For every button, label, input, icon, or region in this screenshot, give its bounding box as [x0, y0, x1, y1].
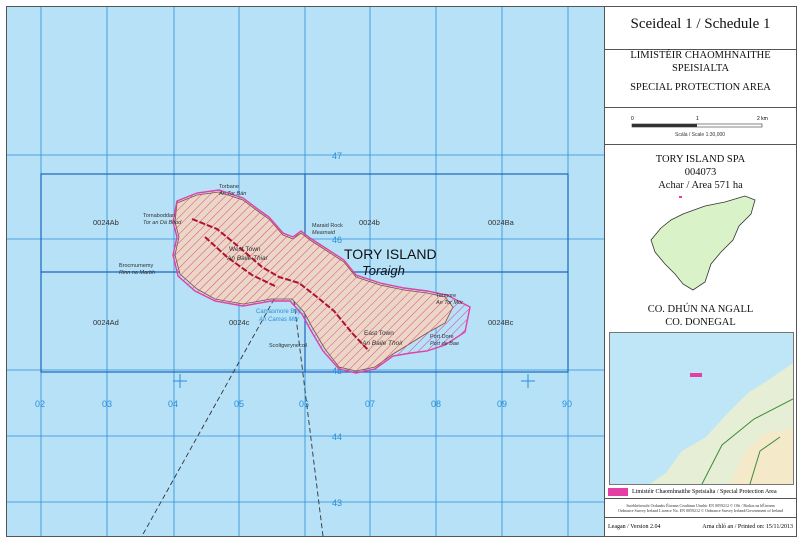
- grid-x-label: 03: [102, 399, 112, 409]
- grid-x-label: 07: [365, 399, 375, 409]
- place-label: Port Dore: [430, 334, 454, 340]
- place-label: Tor an Dá Bhod: [143, 220, 182, 226]
- version-row: Leagan / Version 2.04 Arna chló an / Pri…: [605, 519, 796, 535]
- site-name: TORY ISLAND SPA: [655, 154, 746, 165]
- copyright-2: Ordnance Survey Ireland Licence No. EN 0…: [617, 508, 784, 513]
- sheet-label: 0024b: [359, 218, 380, 227]
- scale-box: 0 1 2 km Scála / Scale 1:30,000: [605, 108, 796, 145]
- version-label: Leagan / Version 2.04: [608, 524, 661, 530]
- place-label: An Tor Mór: [435, 300, 464, 306]
- grid-x-label: 02: [35, 399, 45, 409]
- inset-canvas: [610, 333, 793, 484]
- copyright-box: Suirbhéireacht Ordanáis Éireann Ceadúnas…: [605, 499, 796, 518]
- grid-y-label: 47: [332, 151, 342, 161]
- county-irish: CO. DHÚN NA NGALL: [647, 304, 754, 315]
- place-label: An Tor Bán: [218, 191, 246, 197]
- county-english: CO. DONEGAL: [665, 317, 736, 328]
- designation-irish: LIMISTÉIR CHAOMHNAITHE: [630, 50, 771, 61]
- town-label: An Baile Thiar: [226, 255, 269, 262]
- sheet-label: 0024Ab: [93, 218, 119, 227]
- designation-irish-2: SPEISIALTA: [671, 63, 730, 74]
- island-name-english: TORY ISLAND: [344, 246, 437, 262]
- bay-label: Camasmore Bay: [256, 309, 301, 315]
- inset-map: [609, 332, 794, 485]
- county-outline: [650, 195, 756, 291]
- grid-y-label: 46: [332, 235, 342, 245]
- sheet-label: 0024Bc: [488, 318, 514, 327]
- place-label: Tornaboddan: [143, 213, 175, 219]
- grid-y-label: 43: [332, 498, 342, 508]
- grid-x-label: 08: [431, 399, 441, 409]
- place-label: Scoltgwrynecoil: [269, 343, 307, 349]
- town-label: An Baile Thoir: [361, 340, 404, 347]
- place-label: Brocmurnemy: [119, 263, 153, 269]
- site-box: TORY ISLAND SPA 004073 Achar / Area 571 …: [605, 145, 796, 331]
- grid-x-label: 05: [234, 399, 244, 409]
- legend-label: Limistéir Chaomhnaithe Speisialta / Spec…: [632, 488, 777, 495]
- designation-box: LIMISTÉIR CHAOMHNAITHE SPEISIALTA SPECIA…: [605, 41, 796, 108]
- grid-x-label: 04: [168, 399, 178, 409]
- place-label: Maraid Rock: [312, 223, 343, 229]
- spa-swatch: [608, 487, 628, 496]
- bay-label: An Camas Mór: [258, 317, 300, 323]
- sheet-label: 0024Ad: [93, 318, 119, 327]
- map-view[interactable]: 02 03 04 05 06 07 08 09 90 47 46 45 44 4…: [6, 6, 605, 537]
- designation-english: SPECIAL PROTECTION AREA: [630, 82, 771, 93]
- scale-tick: 1: [696, 116, 699, 122]
- scale-bar: 0 1 2 km Scála / Scale 1:30,000: [631, 116, 768, 138]
- town-label: West Town: [229, 246, 261, 253]
- site-code: 004073: [684, 167, 717, 178]
- grid-y-label: 44: [332, 432, 342, 442]
- place-label: Port de Bae: [430, 341, 459, 347]
- legend-panel: Sceideal 1 / Schedule 1 LIMISTÉIR CHAOMH…: [604, 6, 797, 537]
- grid-x-label: 90: [562, 399, 572, 409]
- site-area: Achar / Area 571 ha: [658, 180, 743, 191]
- sheet-label: 0024Ba: [488, 218, 515, 227]
- grid-x-label: 09: [497, 399, 507, 409]
- place-label: Rinn na Marbh: [119, 270, 155, 276]
- map-canvas[interactable]: 02 03 04 05 06 07 08 09 90 47 46 45 44 4…: [7, 7, 604, 536]
- legend-row: Limistéir Chaomhnaithe Speisialta / Spec…: [605, 485, 796, 499]
- sheet-label: 0024c: [229, 318, 250, 327]
- place-label: Torbane: [219, 184, 239, 190]
- scale-tick: 2 km: [757, 116, 768, 122]
- printed-label: Arna chló an / Printed on: 15/11/2013: [702, 524, 793, 530]
- island-name-irish: Toraigh: [362, 263, 405, 278]
- map-sheet: 02 03 04 05 06 07 08 09 90 47 46 45 44 4…: [0, 0, 800, 541]
- place-label: Tormore: [436, 293, 456, 299]
- scale-label: Scála / Scale 1:30,000: [675, 132, 725, 138]
- place-label: Mearnaid: [312, 230, 336, 236]
- town-label: East Town: [364, 330, 394, 337]
- scale-tick: 0: [631, 116, 634, 122]
